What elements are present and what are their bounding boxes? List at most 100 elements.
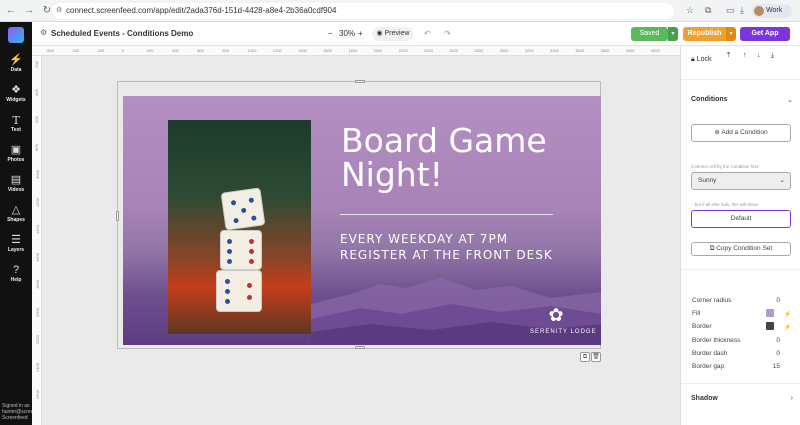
ruler-tick: 1800 (348, 48, 358, 53)
ruler-tick: 1000 (247, 48, 257, 53)
back-icon[interactable]: ← (4, 4, 18, 18)
border-thickness-row[interactable]: Border thickness 0 (692, 337, 792, 344)
republish-dropdown-icon[interactable]: ▾ (726, 27, 736, 41)
site-info-icon[interactable]: ⚙ (56, 3, 62, 19)
sidepanel-icon[interactable]: ▭ (726, 5, 735, 16)
ruler-tick: 2600 (34, 390, 40, 399)
ruler-tick: 4200 (650, 48, 660, 53)
prop-label: Border gap (692, 363, 725, 370)
duplicate-icon[interactable]: ⧉ (580, 352, 590, 362)
slide-line-2[interactable]: REGISTER AT THE FRONT DESK (340, 248, 553, 262)
get-app-button[interactable]: Get App (740, 27, 790, 41)
dice-photo[interactable] (168, 120, 311, 334)
chevron-down-icon[interactable]: ⌄ (787, 96, 793, 104)
ruler-tick: 1200 (34, 197, 40, 207)
nav-photos[interactable]: ▣ Photos (0, 144, 32, 163)
app-logo[interactable] (8, 27, 24, 43)
prop-value[interactable]: 0 (776, 337, 780, 344)
page-title[interactable]: Scheduled Events - Conditions Demo (51, 29, 193, 38)
ruler-tick: 3000 (499, 48, 509, 53)
bolt-icon[interactable]: ⚡ (784, 310, 792, 318)
bring-to-front-icon[interactable]: ⤒ (727, 52, 730, 60)
star-icon[interactable]: ☆ (686, 5, 694, 16)
address-bar[interactable]: ⚙ connect.screenfeed.com/app/edit/2ada37… (52, 3, 674, 19)
chevron-right-icon[interactable]: › (791, 395, 793, 402)
nav-data[interactable]: ⚡ Data (0, 54, 32, 73)
nav-text[interactable]: T Text (0, 114, 32, 133)
ruler-tick: 3800 (600, 48, 610, 53)
prop-value[interactable]: 0 (776, 350, 780, 357)
border-dash-row[interactable]: Border dash 0 (692, 350, 792, 357)
nav-videos[interactable]: ▤ Videos (0, 174, 32, 193)
video-icon: ▤ (10, 174, 22, 186)
nav-label: Help (10, 277, 22, 283)
resize-handle-bottom[interactable] (355, 346, 365, 349)
resize-handle-top[interactable] (355, 80, 365, 83)
trash-icon[interactable]: 🗑 (591, 352, 601, 362)
signed-in-text: Signed in as hunter@screenfeed Screenfee… (2, 403, 46, 421)
vertical-ruler: 200 400 600 800 1000 1200 1400 1600 1800 2000 2200… (32, 56, 42, 425)
redo-icon[interactable]: ↷ (444, 29, 451, 38)
zoom-out-button[interactable]: − (328, 29, 333, 38)
nav-label: Shapes (7, 217, 25, 223)
lock-section: 🔒︎ Lock ⤒ ↑ ↓ ⤓ (681, 46, 800, 80)
ruler-tick: 1000 (34, 170, 40, 179)
preview-label: Preview (384, 30, 410, 37)
preview-button[interactable]: ◉ Preview (372, 27, 414, 41)
zoom-in-button[interactable]: + (358, 29, 363, 38)
border-row[interactable]: Border ⚡ (692, 322, 792, 331)
prop-label: Fill (692, 310, 701, 317)
conditions-heading[interactable]: Conditions (691, 96, 728, 103)
corner-radius-row[interactable]: Corner radius 0 (692, 297, 792, 304)
move-up-icon[interactable]: ↑ (743, 52, 747, 59)
border-swatch[interactable] (766, 322, 774, 330)
republish-button[interactable]: Republish (683, 27, 726, 41)
nav-shapes[interactable]: △ Shapes (0, 204, 32, 223)
move-down-icon[interactable]: ↓ (757, 52, 761, 59)
shapes-icon: △ (11, 204, 21, 216)
ruler-tick: -600 (46, 48, 55, 53)
zoom-level[interactable]: 30% (339, 29, 355, 38)
forward-icon[interactable]: → (22, 4, 36, 18)
saved-button[interactable]: Saved (631, 27, 668, 41)
profile-chip[interactable]: Work (752, 4, 792, 18)
prop-value[interactable]: 0 (776, 297, 780, 304)
ruler-tick: 1400 (298, 48, 307, 53)
nav-label: Videos (7, 187, 25, 193)
extensions-icon[interactable]: ⧉ (705, 5, 711, 16)
copy-condition-set-button[interactable]: ⧉ Copy Condition Set (691, 242, 791, 256)
send-to-back-icon[interactable]: ⤓ (771, 52, 774, 60)
profile-label: Work (766, 7, 783, 14)
add-condition-label: Add a Condition (721, 129, 768, 136)
fill-swatch[interactable] (766, 309, 774, 317)
gear-icon[interactable]: ⚙ (40, 28, 47, 37)
nav-layers[interactable]: ☰ Layers (0, 234, 32, 253)
saved-dropdown-icon[interactable]: ▾ (668, 27, 678, 41)
undo-icon[interactable]: ↶ (424, 29, 431, 38)
prop-value[interactable]: 15 (773, 363, 780, 370)
condition-select[interactable]: Sunny ⌄ (691, 172, 791, 190)
nav-label: Text (11, 127, 21, 133)
resize-handle-left[interactable] (116, 211, 119, 221)
add-condition-button[interactable]: ⊕ Add a Condition (691, 124, 791, 142)
default-condition-button[interactable]: Default (691, 210, 791, 228)
avatar (754, 6, 764, 16)
bolt-icon[interactable]: ⚡ (784, 323, 792, 331)
lock-toggle[interactable]: 🔒︎ Lock (691, 56, 711, 64)
slide-title[interactable]: Board Game Night! (341, 124, 581, 192)
slide-preview[interactable]: Board Game Night! EVERY WEEKDAY AT 7PM R… (123, 96, 601, 345)
download-icon[interactable]: ⤓ (740, 5, 744, 16)
nav-label: Widgets (6, 97, 26, 103)
shadow-heading[interactable]: Shadow (691, 395, 718, 402)
nav-widgets[interactable]: ❖ Widgets (0, 84, 32, 103)
ruler-tick: 2200 (398, 48, 408, 53)
nav-help[interactable]: ? Help (0, 264, 32, 283)
slide-line-1[interactable]: EVERY WEEKDAY AT 7PM (340, 232, 508, 246)
border-gap-row[interactable]: Border gap 15 (692, 363, 792, 370)
copy-label: Copy Condition Set (716, 245, 773, 252)
prop-label: Corner radius (692, 297, 732, 304)
browser-toolbar: ← → ↻ ⚙ connect.screenfeed.com/app/edit/… (0, 0, 800, 22)
ruler-tick: 600 (197, 48, 204, 53)
fill-row[interactable]: Fill ⚡ (692, 309, 792, 318)
appearance-section: Corner radius 0 Fill ⚡ Border ⚡ Border thic… (681, 270, 800, 384)
